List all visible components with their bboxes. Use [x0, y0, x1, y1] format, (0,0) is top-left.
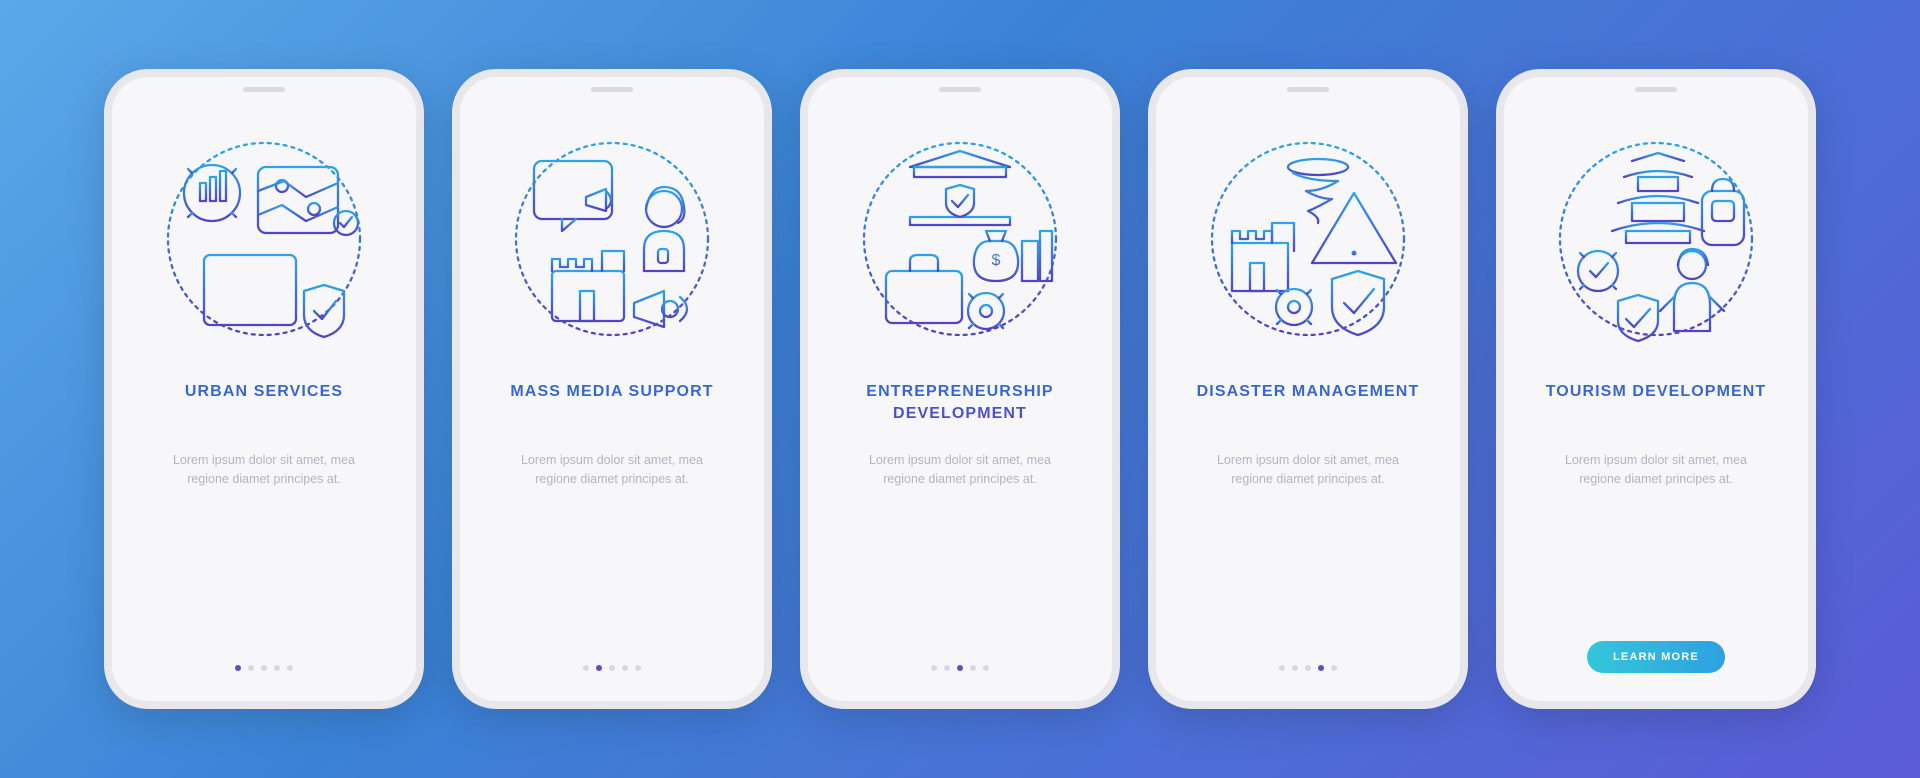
dot[interactable]	[635, 665, 641, 671]
dot[interactable]	[274, 665, 280, 671]
entrepreneurship-icon: $	[850, 131, 1070, 351]
dot[interactable]	[287, 665, 293, 671]
dot[interactable]	[609, 665, 615, 671]
phone-notch	[1635, 87, 1677, 92]
dot[interactable]	[957, 665, 963, 671]
svg-text:$: $	[992, 252, 1001, 269]
disaster-management-icon	[1198, 131, 1418, 351]
slide-title: MASS MEDIA SUPPORT	[510, 381, 713, 425]
phone-notch	[591, 87, 633, 92]
dot[interactable]	[1331, 665, 1337, 671]
pagination-dots[interactable]	[931, 665, 989, 671]
dot[interactable]	[1318, 665, 1324, 671]
slide-body: Lorem ipsum dolor sit amet, mea regione …	[850, 451, 1070, 490]
phone-notch	[939, 87, 981, 92]
slide-body: Lorem ipsum dolor sit amet, mea regione …	[1198, 451, 1418, 490]
dot[interactable]	[944, 665, 950, 671]
dot[interactable]	[235, 665, 241, 671]
dot[interactable]	[931, 665, 937, 671]
learn-more-button[interactable]: LEARN MORE	[1587, 641, 1725, 673]
phone-notch	[243, 87, 285, 92]
slide-title: ENTREPRENEURSHIP DEVELOPMENT	[840, 381, 1080, 425]
onboarding-slide: $ ENTREPRENEURSHIP DEVELOPMENT Lorem ips…	[800, 69, 1120, 709]
pagination-dots[interactable]	[583, 665, 641, 671]
onboarding-slide: TOURISM DEVELOPMENT Lorem ipsum dolor si…	[1496, 69, 1816, 709]
dot[interactable]	[596, 665, 602, 671]
pagination-dots[interactable]	[1279, 665, 1337, 671]
dot[interactable]	[1279, 665, 1285, 671]
slide-title: TOURISM DEVELOPMENT	[1546, 381, 1767, 425]
urban-services-icon	[154, 131, 374, 351]
tourism-icon	[1546, 131, 1766, 351]
mass-media-icon	[502, 131, 722, 351]
dot[interactable]	[261, 665, 267, 671]
onboarding-slide: DISASTER MANAGEMENT Lorem ipsum dolor si…	[1148, 69, 1468, 709]
dot[interactable]	[583, 665, 589, 671]
dot[interactable]	[248, 665, 254, 671]
pagination-dots[interactable]	[235, 665, 293, 671]
dot[interactable]	[622, 665, 628, 671]
dot[interactable]	[1292, 665, 1298, 671]
slide-title: URBAN SERVICES	[185, 381, 343, 425]
onboarding-slide: URBAN SERVICES Lorem ipsum dolor sit ame…	[104, 69, 424, 709]
dot[interactable]	[1305, 665, 1311, 671]
slide-body: Lorem ipsum dolor sit amet, mea regione …	[1546, 451, 1766, 490]
slide-body: Lorem ipsum dolor sit amet, mea regione …	[154, 451, 374, 490]
dot[interactable]	[983, 665, 989, 671]
slide-title: DISASTER MANAGEMENT	[1197, 381, 1420, 425]
onboarding-slide: MASS MEDIA SUPPORT Lorem ipsum dolor sit…	[452, 69, 772, 709]
phone-notch	[1287, 87, 1329, 92]
dot[interactable]	[970, 665, 976, 671]
slide-body: Lorem ipsum dolor sit amet, mea regione …	[502, 451, 722, 490]
